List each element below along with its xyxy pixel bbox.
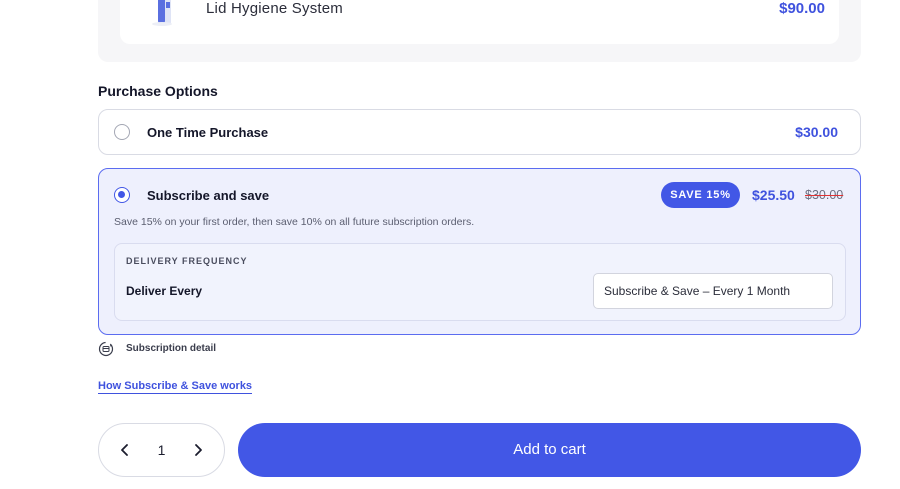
how-subscribe-works-link[interactable]: How Subscribe & Save works <box>98 380 253 394</box>
product-line-item: Lid Hygiene System $90.00 <box>120 0 839 44</box>
subscription-detail-label: Subscription detail <box>126 343 217 354</box>
product-name: Lid Hygiene System <box>206 0 343 17</box>
subscribe-label: Subscribe and save <box>147 188 270 203</box>
product-price: $90.00 <box>779 0 825 17</box>
original-price: $30.00 <box>805 188 844 202</box>
subscribe-and-save-option[interactable]: Subscribe and save SAVE 15% $25.50 $30.0… <box>98 168 861 335</box>
deliver-every-label: Deliver Every <box>126 284 203 298</box>
subscribe-price: $25.50 <box>752 187 795 203</box>
product-bottle-thumbnail <box>152 0 172 26</box>
subscribe-description: Save 15% on your first order, then save … <box>114 216 475 228</box>
increase-quantity-button[interactable] <box>188 439 208 461</box>
subscription-cycle-icon <box>98 341 114 357</box>
quantity-stepper: 1 <box>98 423 225 477</box>
one-time-purchase-option[interactable]: One Time Purchase $30.00 <box>98 109 861 155</box>
order-summary-card: Lid Hygiene System $90.00 <box>98 0 861 62</box>
purchase-options-title: Purchase Options <box>98 83 218 99</box>
save-badge: SAVE 15% <box>661 182 740 208</box>
chevron-right-icon <box>195 444 202 456</box>
delivery-frequency-heading: DELIVERY FREQUENCY <box>126 256 248 266</box>
add-to-cart-button[interactable]: Add to cart <box>238 423 861 477</box>
delivery-frequency-select[interactable]: Subscribe & Save – Every 1 Month <box>593 273 833 309</box>
subscribe-radio[interactable] <box>114 187 130 203</box>
one-time-label: One Time Purchase <box>147 125 269 140</box>
one-time-price: $30.00 <box>795 124 838 140</box>
one-time-radio[interactable] <box>114 124 130 140</box>
delivery-frequency-panel: DELIVERY FREQUENCY Deliver Every Subscri… <box>114 243 846 321</box>
